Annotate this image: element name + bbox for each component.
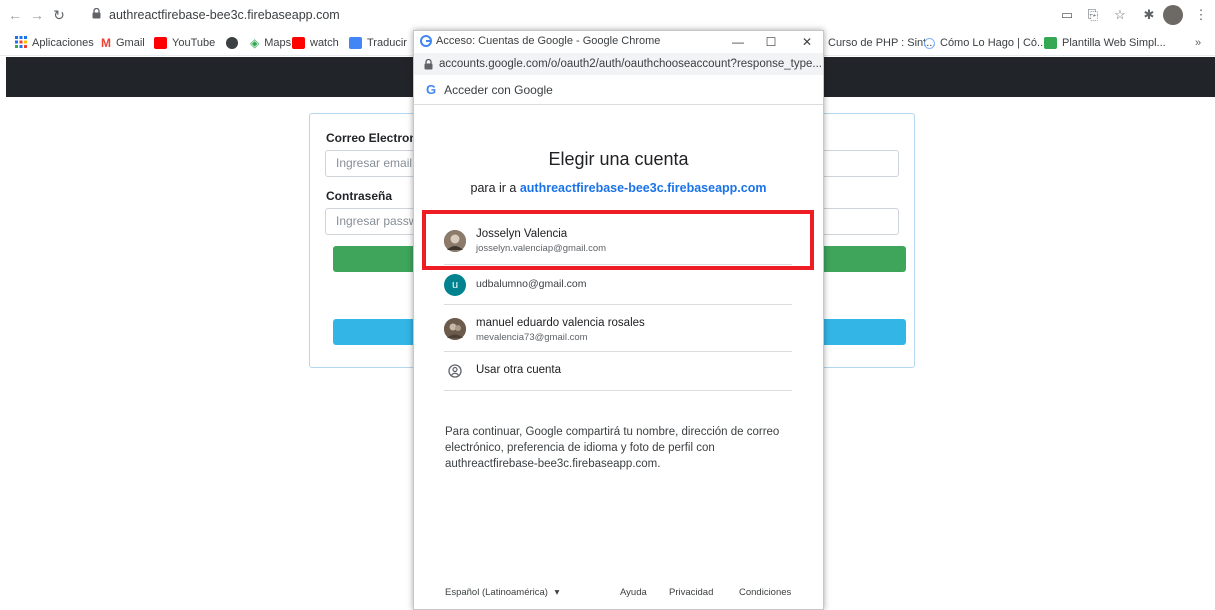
use-another-account-button[interactable]: Usar otra cuenta [444, 352, 792, 391]
bookmark-plantilla[interactable]: Plantilla Web Simpl... [1044, 34, 1166, 52]
translate-icon[interactable]: ⎘ [1084, 6, 1102, 24]
back-icon[interactable]: ← [6, 6, 24, 24]
code-icon [1044, 37, 1057, 49]
password-label: Contraseña [326, 189, 393, 203]
more-bookmarks-button[interactable]: » [1195, 34, 1201, 52]
bookmark-youtube[interactable]: YouTube [154, 34, 215, 52]
popup-url-text: accounts.google.com/o/oauth2/auth/oauthc… [439, 58, 822, 70]
bookmark-curso-php[interactable]: Curso de PHP : Sint... [828, 34, 935, 52]
account-circle-icon [448, 364, 462, 381]
popup-header: G Acceder con Google [414, 75, 823, 105]
cast-icon[interactable]: ▭ [1058, 6, 1076, 24]
translate-icon [349, 37, 362, 49]
youtube-icon [154, 37, 167, 49]
gmail-icon: M [101, 36, 111, 50]
popup-window-title: Acceso: Cuentas de Google - Google Chrom… [436, 35, 661, 47]
terms-link[interactable]: Condiciones [739, 587, 791, 598]
menu-icon[interactable]: ⋮ [1192, 6, 1210, 24]
account-item-udbalumno[interactable]: u udbalumno@gmail.com [444, 265, 792, 305]
maximize-icon[interactable]: ☐ [761, 33, 781, 51]
maps-icon: ◈ [250, 36, 260, 50]
youtube-icon [292, 37, 305, 49]
caret-down-icon: ▾ [554, 587, 560, 598]
highlight-annotation [422, 210, 814, 270]
lock-icon [92, 7, 101, 22]
popup-titlebar: Acceso: Cuentas de Google - Google Chrom… [414, 31, 823, 53]
bookmark-translate[interactable]: Traducir [349, 34, 407, 52]
reload-icon[interactable]: ↻ [50, 6, 68, 24]
google-g-icon: G [426, 82, 437, 97]
bookmark-watch[interactable]: watch [292, 34, 339, 52]
avatar [444, 318, 466, 340]
forward-icon[interactable]: → [28, 6, 46, 24]
popup-address-bar: accounts.google.com/o/oauth2/auth/oauthc… [414, 53, 823, 75]
privacy-link[interactable]: Privacidad [669, 587, 713, 598]
account-email: mevalencia73@gmail.com [476, 332, 588, 343]
subtitle-link[interactable]: authreactfirebase-bee3c.firebaseapp.com [520, 181, 767, 195]
popup-footer: Español (Latinoamérica) ▾ Ayuda Privacid… [445, 587, 795, 601]
avatar: u [444, 274, 466, 296]
use-another-account-label: Usar otra cuenta [476, 364, 562, 376]
apps-grid-icon [15, 35, 27, 51]
page-title: Elegir una cuenta [548, 149, 689, 169]
close-icon[interactable]: ✕ [797, 33, 817, 51]
subtitle-prefix: para ir a [470, 181, 517, 195]
browser-toolbar: ← → ↻ authreactfirebase-bee3c.firebaseap… [0, 0, 1215, 30]
globe-icon [924, 37, 935, 49]
bookmark-star-icon[interactable]: ☆ [1111, 6, 1129, 24]
account-name: manuel eduardo valencia rosales [476, 317, 645, 329]
bookmark-globe[interactable] [226, 34, 238, 52]
extensions-icon[interactable]: ✱ [1140, 6, 1158, 24]
page-subtitle: para ir a authreactfirebase-bee3c.fireba… [414, 181, 823, 195]
bookmark-apps[interactable]: Aplicaciones [15, 34, 94, 52]
lock-icon [424, 58, 433, 70]
minimize-icon[interactable]: — [728, 33, 748, 51]
profile-avatar[interactable] [1163, 5, 1183, 25]
globe-icon [226, 37, 238, 49]
help-link[interactable]: Ayuda [620, 587, 647, 598]
bookmark-maps[interactable]: ◈ Maps [250, 34, 291, 52]
privacy-notice: Para continuar, Google compartirá tu nom… [445, 426, 780, 470]
bookmark-como-lo-hago[interactable]: Cómo Lo Hago | Có... [924, 34, 1046, 52]
header-label: Acceder con Google [444, 82, 553, 97]
address-bar[interactable]: authreactfirebase-bee3c.firebaseapp.com [92, 3, 410, 27]
bookmark-gmail[interactable]: M Gmail [101, 34, 145, 52]
google-g-icon [420, 35, 432, 50]
language-selector[interactable]: Español (Latinoamérica) ▾ [445, 587, 559, 598]
url-text: authreactfirebase-bee3c.firebaseapp.com [109, 8, 340, 22]
account-email: udbalumno@gmail.com [476, 278, 587, 290]
account-item-manuel[interactable]: manuel eduardo valencia rosales mevalenc… [444, 305, 792, 352]
google-signin-popup: Acceso: Cuentas de Google - Google Chrom… [413, 30, 824, 610]
